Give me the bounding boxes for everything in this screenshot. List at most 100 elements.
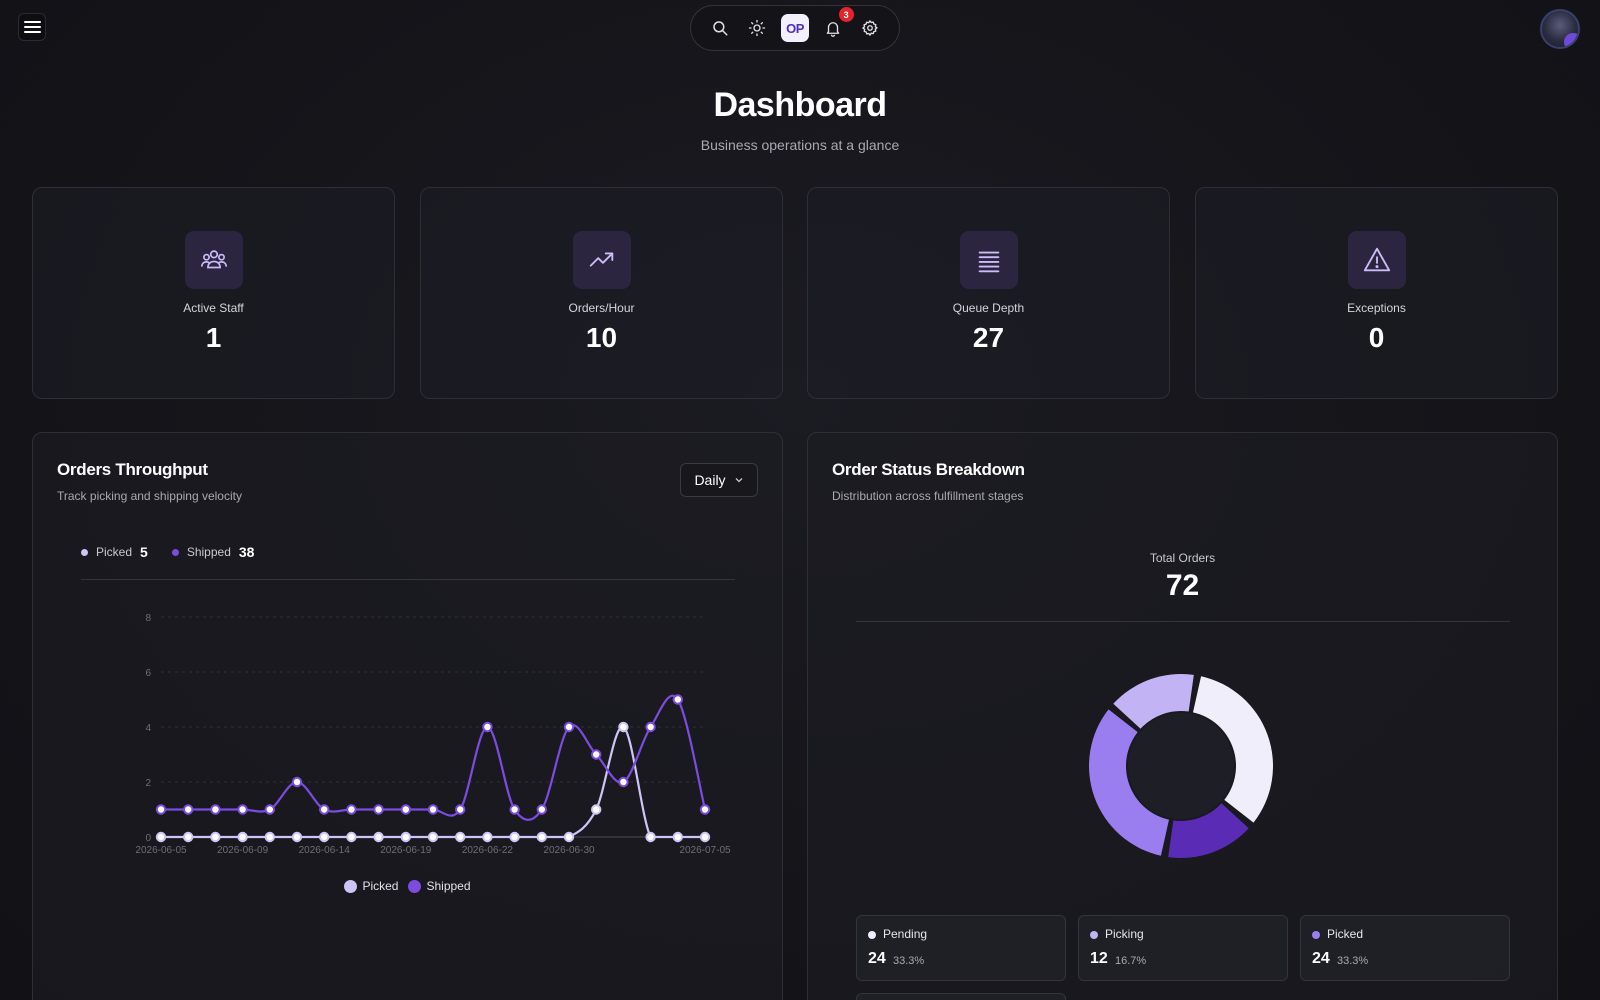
status-count: 12 bbox=[1090, 950, 1108, 967]
data-point-picked bbox=[645, 831, 656, 843]
legend-item-shipped[interactable]: Shipped bbox=[408, 879, 471, 893]
data-point-picked bbox=[210, 831, 221, 843]
data-point-picked bbox=[373, 831, 384, 843]
status-name: Picked bbox=[1327, 927, 1364, 941]
y-tick-label: 4 bbox=[145, 723, 151, 734]
toolbar: OP 3 bbox=[690, 5, 900, 51]
stat-value: 1 bbox=[205, 322, 222, 353]
data-point-picked bbox=[699, 831, 711, 843]
stat-card-orders-hour: Orders/Hour 10 bbox=[420, 187, 783, 399]
stat-card-queue-depth: Queue Depth 27 bbox=[807, 187, 1170, 399]
data-point-picked bbox=[346, 831, 357, 843]
status-percent: 33.3% bbox=[1337, 955, 1369, 967]
status-panel: Order Status Breakdown Distribution acro… bbox=[807, 432, 1558, 1000]
status-count: 24 bbox=[1312, 950, 1330, 967]
data-point-picked bbox=[237, 831, 248, 843]
stat-value: 27 bbox=[972, 322, 1005, 353]
legend-item-picked[interactable]: Picked bbox=[344, 879, 398, 893]
data-point-picked bbox=[455, 831, 466, 843]
notification-badge: 3 bbox=[838, 7, 854, 22]
data-point-picked bbox=[155, 831, 167, 843]
status-percent: 33.3% bbox=[893, 955, 925, 967]
stat-card-exceptions: Exceptions 0 bbox=[1195, 187, 1558, 399]
status-card-shipped[interactable] bbox=[856, 993, 1066, 1000]
donut-center bbox=[1128, 713, 1234, 819]
logo-text: OP bbox=[780, 14, 809, 42]
trending-up-icon bbox=[572, 231, 631, 289]
stat-label: Queue Depth bbox=[952, 301, 1025, 315]
panel-title: Order Status Breakdown bbox=[832, 460, 1025, 479]
data-point-picked bbox=[427, 831, 439, 843]
status-dot bbox=[1090, 931, 1098, 939]
data-point-shipped bbox=[237, 804, 248, 815]
status-dot bbox=[1312, 931, 1320, 939]
page-title: Dashboard bbox=[713, 86, 887, 124]
x-tick-label: 2026-07-05 bbox=[679, 845, 731, 856]
data-point-shipped bbox=[210, 804, 221, 815]
x-tick-label: 2026-06-09 bbox=[217, 845, 269, 856]
chart-legend: Picked Shipped bbox=[33, 879, 782, 893]
menu-icon-line bbox=[23, 21, 41, 23]
x-tick-label: 2026-06-19 bbox=[380, 845, 432, 856]
sun-icon[interactable] bbox=[743, 14, 771, 42]
data-point-picked bbox=[291, 831, 303, 843]
x-tick-label: 2026-06-22 bbox=[462, 845, 514, 856]
user-avatar[interactable] bbox=[1540, 9, 1580, 49]
gear-icon[interactable] bbox=[856, 14, 884, 42]
legend-swatch bbox=[408, 879, 422, 893]
data-point-picked bbox=[319, 831, 330, 843]
status-percent: 16.7% bbox=[1115, 955, 1147, 967]
data-point-picked bbox=[563, 831, 575, 843]
throughput-panel: Orders Throughput Track picking and ship… bbox=[32, 432, 783, 1000]
menu-icon-line bbox=[23, 31, 41, 33]
stat-label: Exceptions bbox=[1347, 301, 1406, 315]
data-point-shipped bbox=[482, 721, 493, 733]
data-point-shipped bbox=[264, 804, 276, 815]
data-point-picked bbox=[482, 831, 493, 843]
status-name: Pending bbox=[883, 927, 928, 941]
throughput-chart: 0 2 4 6 8 2026-06-05 2026-06-09 2026-06-14 2026-… bbox=[135, 613, 731, 856]
series-line-shipped bbox=[161, 694, 707, 821]
data-point-shipped bbox=[373, 804, 384, 815]
data-point-shipped bbox=[618, 776, 629, 788]
data-point-picked bbox=[672, 831, 683, 843]
data-point-picked bbox=[183, 831, 194, 843]
legend-swatch bbox=[344, 879, 358, 893]
data-point-shipped bbox=[346, 804, 357, 815]
data-point-picked bbox=[509, 831, 520, 843]
data-point-picked bbox=[536, 831, 547, 843]
divider bbox=[856, 621, 1510, 622]
data-point-shipped bbox=[536, 804, 547, 815]
app-logo[interactable]: OP bbox=[780, 14, 809, 42]
data-point-shipped bbox=[672, 694, 683, 705]
status-dot bbox=[868, 931, 876, 939]
data-point-shipped bbox=[699, 804, 711, 815]
status-card-pending[interactable]: Pending 24 33.3% bbox=[856, 915, 1066, 981]
list-icon bbox=[959, 231, 1018, 289]
x-tick-label: 2026-06-30 bbox=[543, 845, 595, 856]
warning-icon bbox=[1347, 231, 1406, 289]
y-tick-label: 8 bbox=[145, 613, 151, 624]
status-card-picking[interactable]: Picking 12 16.7% bbox=[1078, 915, 1288, 981]
data-point-shipped bbox=[183, 804, 194, 815]
data-point-shipped bbox=[645, 721, 656, 733]
data-point-shipped bbox=[591, 749, 602, 760]
x-tick-label: 2026-06-05 bbox=[135, 845, 187, 856]
data-point-shipped bbox=[400, 804, 411, 815]
page-subtitle: Business operations at a glance bbox=[700, 137, 900, 153]
menu-icon-line bbox=[23, 26, 41, 28]
total-orders-value: 72 bbox=[1165, 569, 1200, 602]
bell-icon[interactable]: 3 bbox=[819, 7, 854, 42]
search-icon[interactable] bbox=[706, 14, 734, 42]
y-tick-label: 0 bbox=[145, 833, 151, 844]
status-name: Picking bbox=[1105, 927, 1144, 941]
legend-label: Picked bbox=[362, 879, 399, 893]
data-point-shipped bbox=[563, 721, 575, 733]
menu-button[interactable] bbox=[18, 13, 46, 41]
data-point-shipped bbox=[155, 804, 167, 815]
stat-value: 10 bbox=[585, 322, 618, 353]
status-card-picked[interactable]: Picked 24 33.3% bbox=[1300, 915, 1510, 981]
x-tick-label: 2026-06-14 bbox=[299, 845, 351, 856]
panel-subtitle: Distribution across fulfillment stages bbox=[832, 489, 1024, 503]
legend-label: Shipped bbox=[426, 879, 471, 893]
